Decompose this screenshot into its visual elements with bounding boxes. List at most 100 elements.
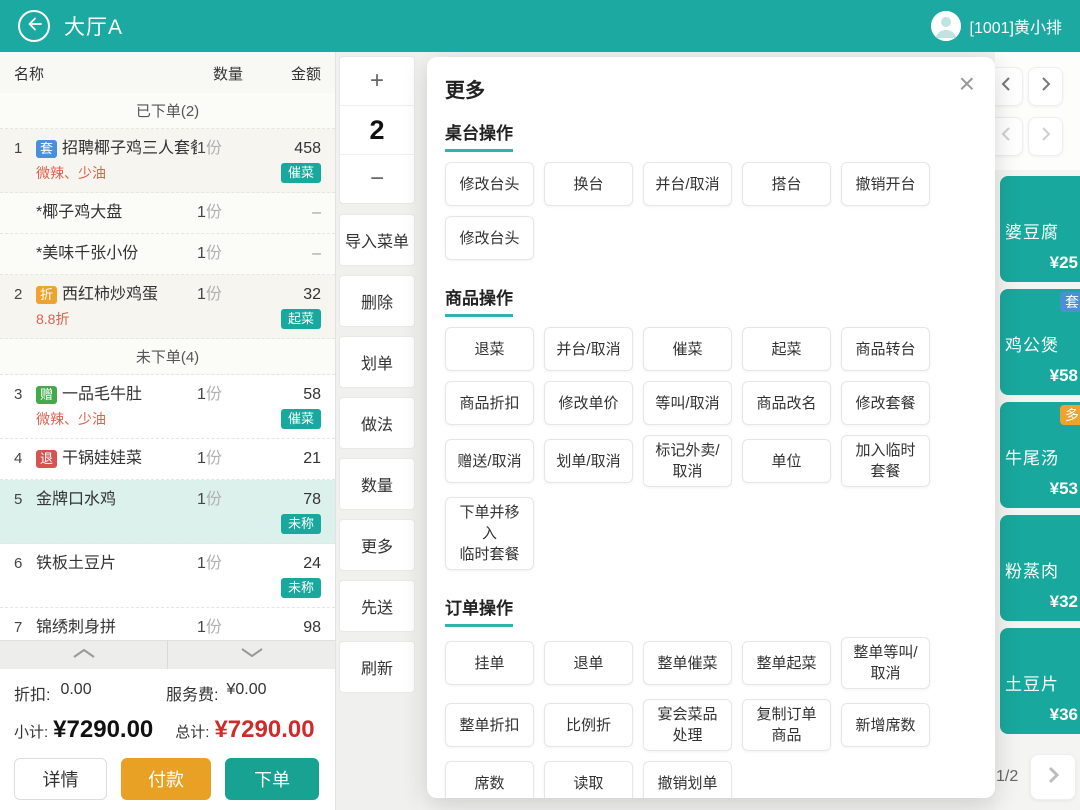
toolbar-button[interactable]: 删除 [339, 275, 415, 327]
modal-action-button[interactable]: 撤销划单 [643, 761, 732, 798]
order-row[interactable]: 3赠一品毛牛肚1份58微辣、少油催菜 [0, 375, 335, 439]
modal-sections: 桌台操作修改台头换台并台/取消搭台撤销开台修改台头商品操作退菜并台/取消催菜起菜… [445, 105, 977, 798]
modal-action-button[interactable]: 撤销开台 [841, 162, 930, 206]
toolbar-button[interactable]: 做法 [339, 397, 415, 449]
modal-action-button[interactable]: 挂单 [445, 641, 534, 685]
modal-action-button[interactable]: 换台 [544, 162, 633, 206]
page-next-button[interactable] [1028, 117, 1063, 156]
modal-action-button[interactable]: 标记外卖/ 取消 [643, 435, 732, 487]
modal-action-button[interactable]: 修改台头 [445, 216, 534, 260]
modal-action-button[interactable]: 整单折扣 [445, 703, 534, 747]
modal-action-button[interactable]: 修改单价 [544, 381, 633, 425]
modal-action-button[interactable]: 单位 [742, 439, 831, 483]
chevron-right-icon [1040, 126, 1052, 147]
modal-action-button[interactable]: 并台/取消 [643, 162, 732, 206]
modal-action-button[interactable]: 席数 [445, 761, 534, 798]
modal-action-button[interactable]: 读取 [544, 761, 633, 798]
item-amount: 24 [259, 553, 321, 575]
quantity-stepper: + 2 − [339, 56, 415, 204]
modal-action-button[interactable]: 整单等叫/ 取消 [841, 637, 930, 689]
modal-action-button[interactable]: 赠送/取消 [445, 439, 534, 483]
item-amount: 58 [259, 384, 321, 406]
quantity-minus-button[interactable]: − [340, 155, 414, 203]
modal-action-button[interactable]: 并台/取消 [544, 327, 633, 371]
tile-name: 土豆片 [1005, 670, 1059, 695]
top-bar: 大厅A [1001]黄小排 [0, 0, 1080, 52]
menu-next-page-button[interactable] [1030, 754, 1076, 800]
modal-action-button[interactable]: 整单起菜 [742, 641, 831, 685]
toolbar-button[interactable]: 划单 [339, 336, 415, 388]
tile-type-badge: 多 [1060, 405, 1080, 425]
order-row[interactable]: 5金牌口水鸡1份78未称 [0, 480, 335, 544]
scroll-down-button[interactable] [168, 641, 335, 669]
item-status-badge: 催菜 [281, 409, 321, 429]
item-type-badge: 赠 [36, 386, 57, 404]
toolbar-button[interactable]: 刷新 [339, 641, 415, 693]
menu-tile[interactable]: 粉蒸肉¥32 [1000, 515, 1080, 621]
menu-area: 婆豆腐¥25套鸡公煲¥58多牛尾汤¥53粉蒸肉¥32土豆片¥36 1/2 [995, 52, 1080, 810]
toolbar-button[interactable]: 先送 [339, 580, 415, 632]
modal-action-button[interactable]: 退菜 [445, 327, 534, 371]
modal-action-button[interactable]: 下单并移入 临时套餐 [445, 497, 534, 570]
scroll-up-button[interactable] [0, 641, 168, 669]
modal-action-button[interactable]: 加入临时 套餐 [841, 435, 930, 487]
modal-action-button[interactable]: 划单/取消 [544, 439, 633, 483]
submit-order-button[interactable]: 下单 [225, 758, 319, 800]
tile-name: 牛尾汤 [1005, 444, 1059, 469]
order-columns-header: 名称 数量 金额 [0, 52, 335, 93]
username: [1001]黄小排 [970, 14, 1063, 38]
pay-button[interactable]: 付款 [121, 758, 211, 800]
modal-action-button[interactable]: 等叫/取消 [643, 381, 732, 425]
menu-tile[interactable]: 婆豆腐¥25 [1000, 176, 1080, 282]
item-amount: 21 [259, 448, 321, 470]
item-amount: 458 [259, 138, 321, 160]
close-icon[interactable]: × [959, 70, 975, 98]
modal-action-button[interactable]: 搭台 [742, 162, 831, 206]
order-row[interactable]: 1套招聘椰子鸡三人套餐1份458微辣、少油催菜 [0, 129, 335, 193]
order-row[interactable]: 4退干锅娃娃菜1份21 [0, 439, 335, 480]
back-button[interactable] [18, 10, 50, 42]
modal-action-button[interactable]: 新增席数 [841, 703, 930, 747]
modal-action-button[interactable]: 商品转台 [841, 327, 930, 371]
modal-action-button[interactable]: 修改台头 [445, 162, 534, 206]
modal-action-button[interactable]: 商品改名 [742, 381, 831, 425]
tile-price: ¥32 [1050, 592, 1078, 612]
modal-action-button[interactable]: 起菜 [742, 327, 831, 371]
toolbar-buttons: 导入菜单删除划单做法数量更多先送刷新 [339, 214, 415, 693]
user-account[interactable]: [1001]黄小排 [931, 11, 1063, 41]
item-status-badge: 起菜 [281, 309, 321, 329]
quantity-plus-button[interactable]: + [340, 57, 414, 106]
order-row[interactable]: 6铁板土豆片1份24未称 [0, 544, 335, 608]
item-qty: 1份 [197, 553, 259, 575]
modal-action-button[interactable]: 修改套餐 [841, 381, 930, 425]
toolbar-button[interactable]: 数量 [339, 458, 415, 510]
order-list: 已下单(2)1套招聘椰子鸡三人套餐1份458微辣、少油催菜*椰子鸡大盘1份–*美… [0, 93, 335, 640]
modal-action-button[interactable]: 商品折扣 [445, 381, 534, 425]
discount-value: 0.00 [60, 681, 91, 705]
item-qty: 1份 [197, 384, 259, 406]
modal-action-button[interactable]: 整单催菜 [643, 641, 732, 685]
menu-tile[interactable]: 多牛尾汤¥53 [1000, 402, 1080, 508]
modal-action-button[interactable]: 催菜 [643, 327, 732, 371]
details-button[interactable]: 详情 [14, 758, 107, 800]
modal-action-button[interactable]: 退单 [544, 641, 633, 685]
menu-tile[interactable]: 套鸡公煲¥58 [1000, 289, 1080, 395]
item-amount: 98 [259, 617, 321, 639]
order-row[interactable]: *美味千张小份1份– [0, 234, 335, 275]
order-row[interactable]: 2折西红柿炒鸡蛋1份328.8折起菜 [0, 275, 335, 339]
modal-action-button[interactable]: 宴会菜品 处理 [643, 699, 732, 751]
service-fee-label: 服务费: [166, 681, 218, 705]
subtotal-label: 小计: [14, 721, 48, 742]
toolbar-button[interactable]: 更多 [339, 519, 415, 571]
item-name: 赠一品毛牛肚 [36, 384, 197, 406]
order-row[interactable]: *椰子鸡大盘1份– [0, 193, 335, 234]
toolbar-button[interactable]: 导入菜单 [339, 214, 415, 266]
modal-action-button[interactable]: 比例折 [544, 703, 633, 747]
menu-tile[interactable]: 土豆片¥36 [1000, 628, 1080, 734]
menu-tiles: 婆豆腐¥25套鸡公煲¥58多牛尾汤¥53粉蒸肉¥32土豆片¥36 [1000, 176, 1080, 741]
item-type-badge: 折 [36, 286, 57, 304]
total-label: 总计: [175, 721, 209, 742]
order-row[interactable]: 7锦绣刺身拼1份98 [0, 608, 335, 640]
category-next-button[interactable] [1028, 67, 1063, 106]
modal-action-button[interactable]: 复制订单 商品 [742, 699, 831, 751]
